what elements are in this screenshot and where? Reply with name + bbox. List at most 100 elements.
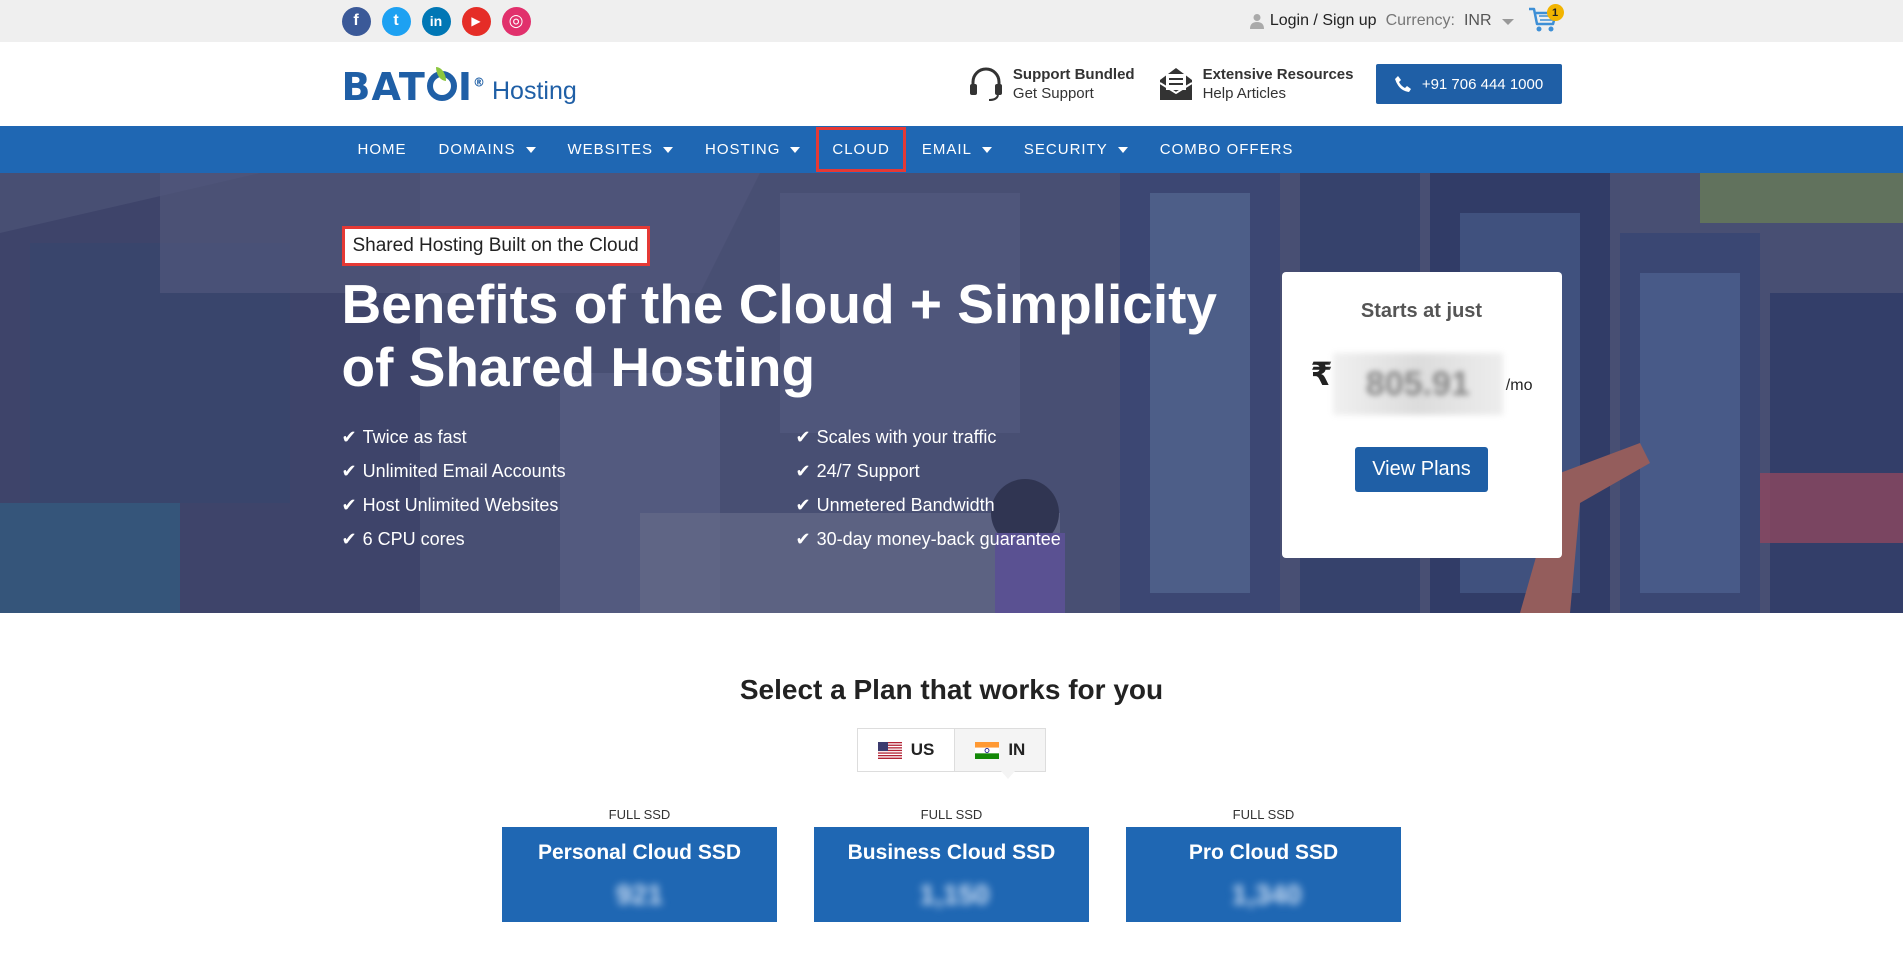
plan-price-blurred: 1,150 <box>919 879 990 910</box>
logo-text-part2: I <box>457 65 473 109</box>
india-flag-icon <box>975 741 1000 759</box>
feature-text: 24/7 Support <box>816 460 920 481</box>
country-toggle: US IN <box>856 728 1047 779</box>
plan-name: Business Cloud SSD <box>847 841 1056 864</box>
plan-name: Personal Cloud SSD <box>537 841 742 864</box>
feature-text: Unmetered Bandwidth <box>816 494 995 515</box>
check-icon: ✔ <box>795 426 811 447</box>
feature-text: Scales with your traffic <box>816 426 997 447</box>
check-icon: ✔ <box>341 494 357 515</box>
nav-combo-offers-label: COMBO OFFERS <box>1159 141 1294 158</box>
cart-count-badge: 1 <box>1546 4 1564 21</box>
logo-text-part1: BAT <box>341 65 426 109</box>
plan-price-blurred: 921 <box>616 879 663 910</box>
per-month-label: /mo <box>1505 377 1533 394</box>
resources-subtitle: Help Articles <box>1202 85 1286 102</box>
price-amount-blurred: 805.91 <box>1332 353 1503 415</box>
plan-card-business[interactable]: FULL SSD Business Cloud SSD 1,150 <box>814 807 1089 922</box>
site-header: BAT I® Hosting Support Bundled Get Suppor… <box>0 42 1903 126</box>
nav-domains[interactable]: DOMAINS <box>423 126 552 173</box>
view-plans-button[interactable]: View Plans <box>1355 447 1488 492</box>
nav-cloud[interactable]: CLOUD <box>816 127 906 172</box>
hero-banner: Shared Hosting Built on the Cloud Benefi… <box>0 173 1903 613</box>
currency-select[interactable]: INR <box>1464 12 1492 30</box>
chevron-down-icon[interactable] <box>1501 19 1514 25</box>
active-tab-pointer <box>1000 771 1015 779</box>
top-bar: f t in ▶ ◎ Login / Sign up Currency: INR <box>0 0 1903 42</box>
feature-item: ✔ Host Unlimited Websites <box>342 493 796 517</box>
youtube-icon[interactable]: ▶ <box>461 6 491 36</box>
plans-heading: Select a Plan that works for you <box>739 674 1164 705</box>
logo-subtext: Hosting <box>491 77 577 105</box>
check-icon: ✔ <box>341 460 357 481</box>
feature-text: 6 CPU cores <box>362 528 465 549</box>
plan-name: Pro Cloud SSD <box>1188 841 1339 864</box>
plan-badge: FULL SSD <box>920 807 983 822</box>
instagram-icon[interactable]: ◎ <box>501 6 531 36</box>
caret-down-icon <box>981 146 992 153</box>
nav-security[interactable]: SECURITY <box>1008 126 1144 173</box>
logo[interactable]: BAT I® Hosting <box>342 65 577 109</box>
plan-card-pro[interactable]: FULL SSD Pro Cloud SSD 1,340 <box>1126 807 1401 922</box>
check-icon: ✔ <box>795 460 811 481</box>
check-icon: ✔ <box>341 528 357 549</box>
check-icon: ✔ <box>341 426 357 447</box>
nav-home[interactable]: HOME <box>342 126 423 173</box>
feature-text: Twice as fast <box>362 426 467 447</box>
cart-button[interactable]: 1 <box>1528 4 1564 36</box>
leaf-o-icon <box>426 67 457 101</box>
feature-item: ✔ 24/7 Support <box>796 459 1196 483</box>
starting-price: ₹ 805.91 /mo <box>1282 353 1562 415</box>
feature-item: ✔ Unlimited Email Accounts <box>342 459 796 483</box>
hero-title: Benefits of the Cloud + Simplicity of Sh… <box>341 273 1218 398</box>
nav-hosting[interactable]: HOSTING <box>689 126 816 173</box>
feature-item: ✔ 6 CPU cores <box>342 527 796 551</box>
resources-link[interactable]: Extensive Resources Help Articles <box>1157 65 1354 103</box>
feature-text: Unlimited Email Accounts <box>362 460 566 481</box>
linkedin-icon[interactable]: in <box>421 6 451 36</box>
plan-cards: FULL SSD Personal Cloud SSD 921 FULL SSD… <box>0 807 1903 922</box>
support-title: Support Bundled <box>1012 66 1135 83</box>
feature-text: Host Unlimited Websites <box>362 494 559 515</box>
nav-combo-offers[interactable]: COMBO OFFERS <box>1144 126 1310 173</box>
plan-badge: FULL SSD <box>1232 807 1295 822</box>
headset-icon <box>969 67 1002 101</box>
article-envelope-icon <box>1159 68 1193 100</box>
plan-card-personal[interactable]: FULL SSD Personal Cloud SSD 921 <box>502 807 777 922</box>
facebook-icon[interactable]: f <box>341 6 371 36</box>
support-subtitle: Get Support <box>1012 85 1094 102</box>
social-links: f t in ▶ ◎ <box>341 6 531 36</box>
resources-title: Extensive Resources <box>1202 66 1354 83</box>
country-in-label: IN <box>1008 740 1026 759</box>
country-in-tab[interactable]: IN <box>955 729 1046 771</box>
nav-home-label: HOME <box>357 141 407 158</box>
phone-icon <box>1394 76 1411 92</box>
phone-button[interactable]: +91 706 444 1000 <box>1375 64 1562 104</box>
nav-email-label: EMAIL <box>921 141 972 158</box>
check-icon: ✔ <box>795 528 811 549</box>
caret-down-icon <box>525 146 536 153</box>
currency-label: Currency: <box>1385 12 1455 29</box>
feature-item: ✔ 30-day money-back guarantee <box>796 527 1196 551</box>
phone-number: +91 706 444 1000 <box>1421 75 1544 93</box>
feature-item: ✔ Scales with your traffic <box>796 425 1196 449</box>
twitter-icon[interactable]: t <box>381 6 411 36</box>
us-flag-icon <box>877 741 902 759</box>
login-signup-link[interactable]: Login / Sign up <box>1270 12 1377 30</box>
nav-hosting-label: HOSTING <box>705 141 781 158</box>
support-link[interactable]: Support Bundled Get Support <box>967 65 1135 103</box>
feature-item: ✔ Twice as fast <box>342 425 796 449</box>
plan-price-blurred: 1,340 <box>1231 879 1302 910</box>
country-us-label: US <box>910 740 935 759</box>
price-card: Starts at just ₹ 805.91 /mo View Plans <box>1281 272 1562 558</box>
nav-email[interactable]: EMAIL <box>906 126 1008 173</box>
main-nav: HOME DOMAINS WEBSITES HOSTING CLOUD EMAI… <box>0 126 1903 173</box>
plan-badge: FULL SSD <box>608 807 671 822</box>
caret-down-icon <box>1117 146 1128 153</box>
feature-list: ✔ Twice as fast ✔ Scales with your traffic… <box>342 425 1196 551</box>
starts-at-label: Starts at just <box>1360 300 1483 322</box>
check-icon: ✔ <box>795 494 811 515</box>
country-us-tab[interactable]: US <box>857 729 956 771</box>
feature-item: ✔ Unmetered Bandwidth <box>796 493 1196 517</box>
nav-websites[interactable]: WEBSITES <box>552 126 690 173</box>
